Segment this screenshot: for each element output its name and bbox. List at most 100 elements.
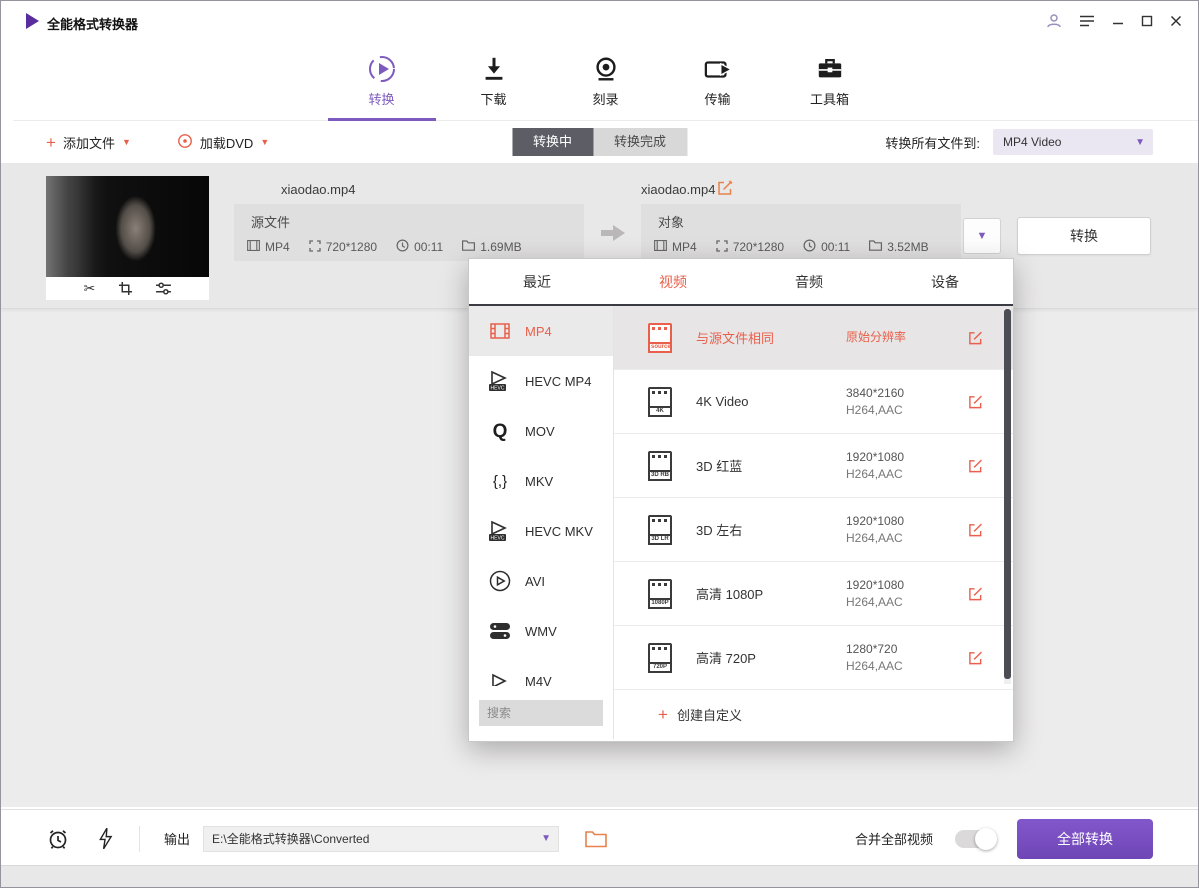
edit-preset-icon[interactable] <box>968 330 983 345</box>
format-icon <box>654 240 667 254</box>
source-duration: 00:11 <box>414 240 443 254</box>
output-path-input[interactable] <box>204 827 558 851</box>
browse-folder-icon[interactable] <box>585 830 607 848</box>
target-duration: 00:11 <box>821 240 850 254</box>
close-button[interactable] <box>1170 15 1182 27</box>
nav-tab-transfer[interactable]: 传输 <box>682 41 754 120</box>
preset-row-720p[interactable]: 720P 高清 720P 1280*720H264,AAC <box>614 626 1013 690</box>
edit-preset-icon[interactable] <box>968 394 983 409</box>
search-input[interactable] <box>479 700 603 726</box>
preset-row-3d-rb[interactable]: 3D RB 3D 红蓝 1920*1080H264,AAC <box>614 434 1013 498</box>
format-label: HEVC MKV <box>525 524 593 539</box>
source-size: 1.69MB <box>480 240 521 254</box>
app-logo-icon <box>23 12 41 35</box>
preset-resolution: 1920*1080 <box>846 450 904 464</box>
burn-icon <box>592 51 620 87</box>
convert-all-button[interactable]: 全部转换 <box>1017 819 1153 859</box>
crop-icon[interactable] <box>119 282 132 295</box>
target-format-select[interactable]: MP4 Video ▼ <box>993 129 1153 155</box>
popup-tab-video[interactable]: 视频 <box>605 259 741 304</box>
svg-text:{,}: {,} <box>493 473 507 490</box>
edit-preset-icon[interactable] <box>968 650 983 665</box>
wmv-icon <box>487 621 513 641</box>
popup-tab-recent[interactable]: 最近 <box>469 259 605 304</box>
format-icon <box>247 240 260 254</box>
trim-icon[interactable]: ✂ <box>84 280 96 297</box>
popup-tab-device[interactable]: 设备 <box>877 259 1013 304</box>
source-preset-icon: source <box>648 323 672 353</box>
target-format: MP4 <box>672 240 697 254</box>
3d-rb-preset-icon: 3D RB <box>648 451 672 481</box>
format-item-avi[interactable]: AVI <box>469 556 613 606</box>
format-label: AVI <box>525 574 545 589</box>
preset-row-1080p[interactable]: 1080P 高清 1080P 1920*1080H264,AAC <box>614 562 1013 626</box>
create-custom-button[interactable]: + 创建自定义 <box>614 690 1013 739</box>
format-item-mkv[interactable]: {,} MKV <box>469 456 613 506</box>
preset-name: 高清 1080P <box>696 584 846 603</box>
format-label: HEVC MP4 <box>525 374 591 389</box>
mkv-icon: {,} <box>487 470 513 492</box>
nav-tab-label: 工具箱 <box>810 89 849 108</box>
nav-tab-label: 传输 <box>704 89 730 108</box>
preset-resolution: 1920*1080 <box>846 578 904 592</box>
preset-dropdown-button[interactable]: ▼ <box>963 218 1001 254</box>
scrollbar-thumb[interactable] <box>1004 309 1011 679</box>
svg-text:HEVC: HEVC <box>491 386 505 392</box>
toggle-knob <box>975 828 997 850</box>
nav-tab-download[interactable]: 下载 <box>458 41 530 120</box>
minimize-button[interactable] <box>1112 15 1124 27</box>
format-item-wmv[interactable]: WMV <box>469 606 613 656</box>
folder-icon <box>869 240 882 254</box>
nav-tab-convert[interactable]: 转换 <box>346 41 418 120</box>
merge-videos-label: 合并全部视频 <box>855 829 933 848</box>
popup-scrollbar[interactable] <box>1004 308 1011 684</box>
converting-tab[interactable]: 转换中 <box>512 128 593 156</box>
edit-preset-icon[interactable] <box>968 522 983 537</box>
edit-preset-icon[interactable] <box>968 458 983 473</box>
preset-row-4k[interactable]: 4K 4K Video 3840*2160H264,AAC <box>614 370 1013 434</box>
format-item-m4v[interactable]: M4V <box>469 656 613 686</box>
effects-icon[interactable] <box>156 282 171 295</box>
preset-row-3d-lr[interactable]: 3D LR 3D 左右 1920*1080H264,AAC <box>614 498 1013 562</box>
add-file-label: 添加文件 <box>63 133 115 152</box>
nav-tab-burn[interactable]: 刻录 <box>570 41 642 120</box>
preset-resolution: 1280*720 <box>846 642 897 656</box>
720p-preset-icon: 720P <box>648 643 672 673</box>
toolbar: + 添加文件 ▼ 加载DVD ▼ 转换中 转换完成 转换所有文件到: MP4 V… <box>1 121 1198 163</box>
user-icon[interactable] <box>1046 13 1062 29</box>
clock-icon <box>396 239 409 255</box>
preset-codec: H264,AAC <box>846 594 986 611</box>
preset-codec: H264,AAC <box>846 658 986 675</box>
schedule-icon[interactable] <box>46 827 70 851</box>
source-section-label: 源文件 <box>251 212 584 231</box>
load-dvd-button[interactable]: 加载DVD ▼ <box>177 133 269 152</box>
format-item-hevc-mkv[interactable]: HEVC HEVC MKV <box>469 506 613 556</box>
target-info-box: 对象 MP4 720*1280 00:11 3.52MB <box>641 204 961 261</box>
maximize-button[interactable] <box>1141 15 1153 27</box>
popup-tab-audio[interactable]: 音频 <box>741 259 877 304</box>
format-label: WMV <box>525 624 557 639</box>
preset-list: source 与源文件相同 原始分辨率 4K 4K Video 3840*216… <box>614 306 1013 739</box>
caret-down-icon: ▼ <box>260 137 269 147</box>
format-item-mov[interactable]: Q MOV <box>469 406 613 456</box>
nav-tab-label: 转换 <box>368 89 394 108</box>
add-file-button[interactable]: + 添加文件 ▼ <box>46 133 131 152</box>
menu-icon[interactable] <box>1079 14 1095 28</box>
format-item-hevc-mp4[interactable]: HEVC HEVC MP4 <box>469 356 613 406</box>
arrow-icon <box>601 225 625 246</box>
performance-icon[interactable] <box>98 827 113 850</box>
format-item-mp4[interactable]: MP4 <box>469 306 613 356</box>
output-path-select[interactable]: ▼ <box>203 826 559 852</box>
folder-icon <box>462 240 475 254</box>
finished-tab[interactable]: 转换完成 <box>593 128 687 156</box>
target-filename: xiaodao.mp4 <box>641 182 715 197</box>
clock-icon <box>803 239 816 255</box>
nav-tab-label: 下载 <box>480 89 506 108</box>
rename-edit-icon[interactable] <box>717 180 733 201</box>
merge-toggle[interactable] <box>955 830 995 848</box>
convert-button[interactable]: 转换 <box>1017 217 1151 255</box>
edit-preset-icon[interactable] <box>968 586 983 601</box>
nav-tab-toolbox[interactable]: 工具箱 <box>794 41 866 120</box>
preset-row-source[interactable]: source 与源文件相同 原始分辨率 <box>614 306 1013 370</box>
caret-down-icon: ▼ <box>977 230 988 242</box>
